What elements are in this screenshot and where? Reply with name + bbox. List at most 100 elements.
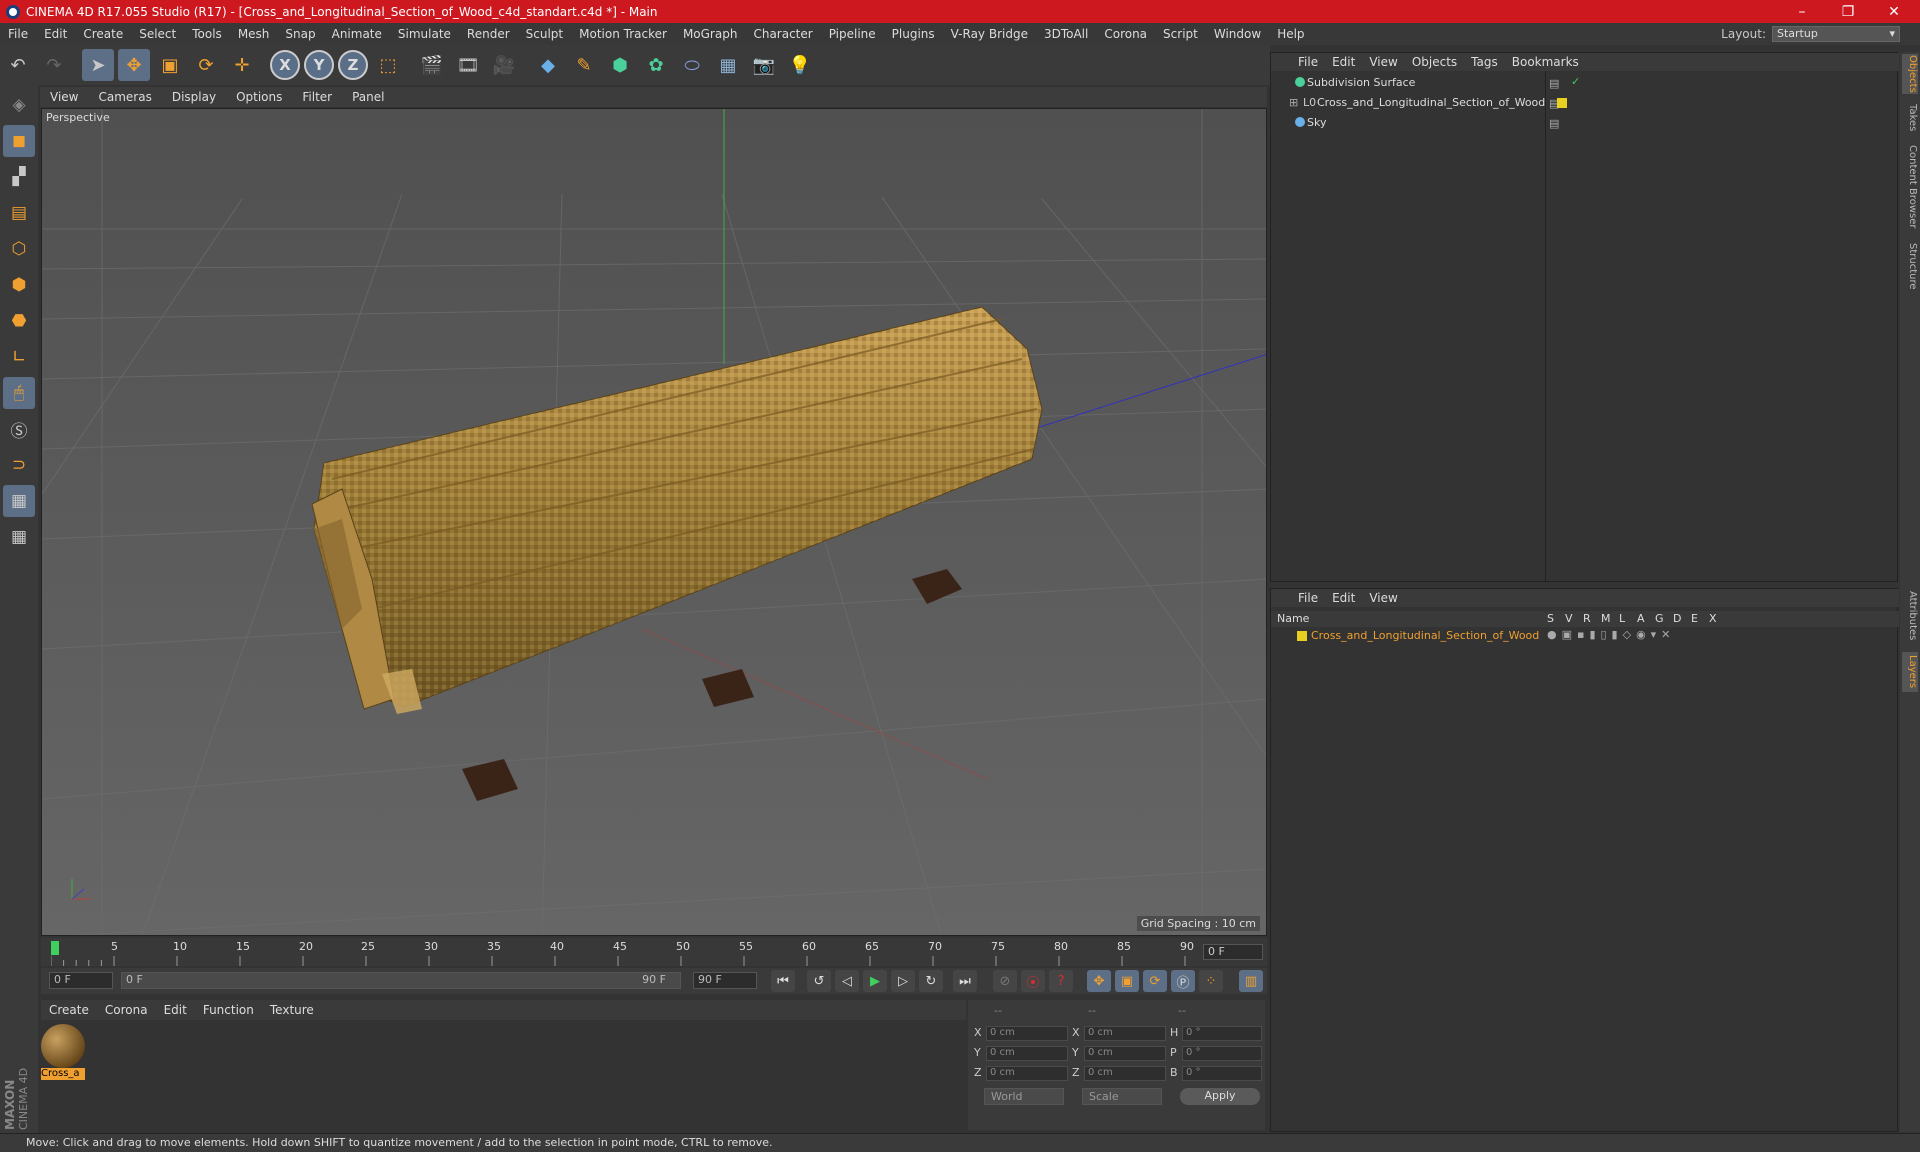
- menu-character[interactable]: Character: [745, 27, 820, 41]
- close-button[interactable]: ✕: [1872, 0, 1916, 23]
- cloner-icon[interactable]: ✿: [640, 49, 672, 81]
- timeline-icon[interactable]: ▥: [1239, 970, 1263, 992]
- render-region-icon[interactable]: 🎬: [416, 49, 448, 81]
- position-z-field[interactable]: 0 cm: [986, 1066, 1068, 1081]
- subdivision-icon[interactable]: ⬢: [604, 49, 636, 81]
- viewport-menu-filter[interactable]: Filter: [292, 90, 342, 104]
- tab-objects[interactable]: Objects: [1902, 54, 1918, 94]
- add-icon[interactable]: ✛: [226, 49, 258, 81]
- axis-mode-icon[interactable]: ∟: [3, 341, 35, 373]
- polygons-mode-icon[interactable]: ⬣: [3, 305, 35, 337]
- menu-script[interactable]: Script: [1155, 27, 1206, 41]
- om-menu-bookmarks[interactable]: Bookmarks: [1505, 55, 1586, 69]
- key-scale-icon[interactable]: ▣: [1115, 970, 1139, 992]
- pen-icon[interactable]: ✎: [568, 49, 600, 81]
- x-axis-toggle[interactable]: X: [270, 50, 300, 80]
- cube-icon[interactable]: ◆: [532, 49, 564, 81]
- texture-mode-icon[interactable]: ▞: [3, 161, 35, 193]
- tab-takes[interactable]: Takes: [1902, 100, 1918, 136]
- tab-layers[interactable]: Layers: [1902, 652, 1918, 692]
- lm-menu-view[interactable]: View: [1362, 591, 1404, 605]
- lm-menu-edit[interactable]: Edit: [1325, 591, 1362, 605]
- om-menu-view[interactable]: View: [1362, 55, 1404, 69]
- render-settings-icon[interactable]: 🎥: [488, 49, 520, 81]
- menu-file[interactable]: File: [0, 27, 36, 41]
- menu-sculpt[interactable]: Sculpt: [518, 27, 571, 41]
- record-active-icon[interactable]: ⦿: [1021, 970, 1045, 992]
- menu-plugins[interactable]: Plugins: [884, 27, 943, 41]
- planar-workplane-icon[interactable]: ▦: [3, 521, 35, 553]
- object-row-sky[interactable]: Sky ▤: [1271, 113, 1899, 133]
- key-rotation-icon[interactable]: ⟳: [1143, 970, 1167, 992]
- menu-window[interactable]: Window: [1206, 27, 1269, 41]
- frame-range-slider[interactable]: 0 F 90 F: [121, 972, 681, 989]
- rotation-p-field[interactable]: 0 °: [1182, 1046, 1262, 1061]
- visibility-dots-icon[interactable]: ▤: [1549, 77, 1559, 90]
- menu-select[interactable]: Select: [131, 27, 184, 41]
- move-icon[interactable]: ✥: [118, 49, 150, 81]
- menu-3dtoall[interactable]: 3DToAll: [1036, 27, 1096, 41]
- menu-mesh[interactable]: Mesh: [230, 27, 278, 41]
- menu-help[interactable]: Help: [1269, 27, 1312, 41]
- menu-simulate[interactable]: Simulate: [390, 27, 459, 41]
- redo-icon[interactable]: ↷: [38, 49, 70, 81]
- light-icon[interactable]: 💡: [784, 49, 816, 81]
- start-frame-field[interactable]: 0 F: [49, 972, 113, 989]
- om-menu-edit[interactable]: Edit: [1325, 55, 1362, 69]
- snap-icon[interactable]: ⊃: [3, 449, 35, 481]
- deformer-icon[interactable]: ⬭: [676, 49, 708, 81]
- menu-animate[interactable]: Animate: [324, 27, 390, 41]
- key-pla-icon[interactable]: ⁘: [1199, 970, 1223, 992]
- viewport-menu-cameras[interactable]: Cameras: [88, 90, 161, 104]
- mat-menu-texture[interactable]: Texture: [262, 1003, 322, 1017]
- play-icon[interactable]: ▶: [863, 970, 887, 992]
- material-name[interactable]: Cross_a: [41, 1068, 85, 1080]
- rotation-b-field[interactable]: 0 °: [1182, 1066, 1262, 1081]
- rotate-icon[interactable]: ⟳: [190, 49, 222, 81]
- menu-snap[interactable]: Snap: [277, 27, 323, 41]
- render-view-icon[interactable]: 🎞: [452, 49, 484, 81]
- mat-menu-corona[interactable]: Corona: [97, 1003, 156, 1017]
- mat-menu-edit[interactable]: Edit: [156, 1003, 195, 1017]
- tab-content-browser[interactable]: Content Browser: [1902, 142, 1918, 232]
- object-row-subdivision[interactable]: Subdivision Surface ▤ ✓: [1271, 73, 1899, 93]
- size-z-field[interactable]: 0 cm: [1084, 1066, 1166, 1081]
- layer-flags-icons[interactable]: ●▣▪▮▯▮◇◉▾✕: [1547, 628, 1675, 641]
- menu-pipeline[interactable]: Pipeline: [821, 27, 884, 41]
- menu-vray-bridge[interactable]: V-Ray Bridge: [943, 27, 1036, 41]
- menu-tools[interactable]: Tools: [184, 27, 230, 41]
- viewport-menu-options[interactable]: Options: [226, 90, 292, 104]
- solo-icon[interactable]: Ⓢ: [3, 413, 35, 445]
- layer-row[interactable]: Cross_and_Longitudinal_Section_of_Wood ●…: [1271, 627, 1899, 645]
- undo-icon[interactable]: ↶: [2, 49, 34, 81]
- select-icon[interactable]: ➤: [82, 49, 114, 81]
- current-frame-field[interactable]: 0 F: [1203, 944, 1263, 960]
- go-to-start-icon[interactable]: ⏮: [771, 970, 795, 992]
- camera-icon[interactable]: 📷: [748, 49, 780, 81]
- autokey-icon[interactable]: ?: [1049, 970, 1073, 992]
- mat-menu-create[interactable]: Create: [41, 1003, 97, 1017]
- perspective-viewport[interactable]: Perspective Grid Spacing : 10 cm: [41, 108, 1267, 936]
- tab-structure[interactable]: Structure: [1902, 238, 1918, 294]
- next-key-icon[interactable]: ↻: [919, 970, 943, 992]
- floor-icon[interactable]: ▦: [712, 49, 744, 81]
- workplane-icon[interactable]: ▤: [3, 197, 35, 229]
- scale-icon[interactable]: ▣: [154, 49, 186, 81]
- lm-menu-file[interactable]: File: [1291, 591, 1325, 605]
- go-to-end-icon[interactable]: ⏭: [953, 970, 977, 992]
- edges-mode-icon[interactable]: ⬢: [3, 269, 35, 301]
- enabled-check-icon[interactable]: ✓: [1571, 75, 1580, 88]
- lock-workplane-icon[interactable]: ▦: [3, 485, 35, 517]
- points-mode-icon[interactable]: ⬡: [3, 233, 35, 265]
- viewport-menu-panel[interactable]: Panel: [342, 90, 394, 104]
- make-editable-icon[interactable]: ◈: [3, 89, 35, 121]
- minimize-button[interactable]: –: [1780, 0, 1824, 23]
- rotation-h-field[interactable]: 0 °: [1182, 1026, 1262, 1041]
- layer-name[interactable]: Cross_and_Longitudinal_Section_of_Wood: [1311, 629, 1539, 642]
- timeline-ruler[interactable]: 0 5 10 15 20 25 30 35 40 45 50 55 60 65 …: [41, 938, 1267, 966]
- menu-corona[interactable]: Corona: [1096, 27, 1155, 41]
- model-mode-icon[interactable]: ◼: [3, 125, 35, 157]
- menu-render[interactable]: Render: [459, 27, 518, 41]
- tab-attributes[interactable]: Attributes: [1902, 586, 1918, 646]
- scale-dropdown[interactable]: Scale: [1082, 1088, 1162, 1105]
